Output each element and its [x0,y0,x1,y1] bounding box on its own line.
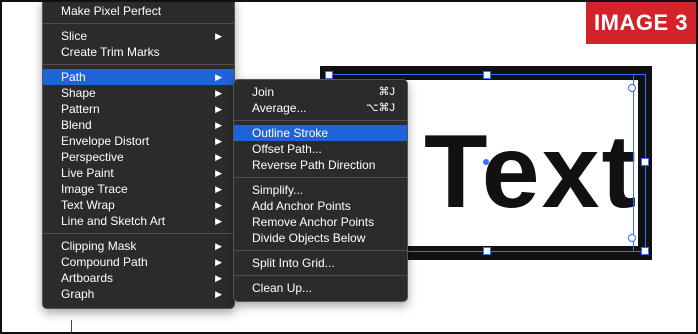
menu-separator [43,64,234,65]
menu-item-slice[interactable]: Slice ▶ [43,28,234,44]
shortcut-label: ⌥⌘J [365,102,395,114]
handle-bottom-right[interactable] [641,247,649,255]
submenu-item-divide-objects-below[interactable]: Divide Objects Below [234,230,407,246]
menu-item-clipping-mask[interactable]: Clipping Mask ▶ [43,238,234,254]
menu-item-label: Text Wrap [61,198,115,212]
menu-item-live-paint[interactable]: Live Paint ▶ [43,165,234,181]
handle-top-left[interactable] [325,71,333,79]
menu-item-shape[interactable]: Shape ▶ [43,85,234,101]
anchor-point-top-right[interactable] [628,84,636,92]
menu-item-label: Divide Objects Below [252,231,366,245]
handle-bottom-center[interactable] [483,247,491,255]
menu-item-label: Remove Anchor Points [252,215,375,229]
screenshot-frame: Text IMAGE 3 Make Pixel Perfect Slice ▶ … [0,0,698,334]
menu-item-artboards[interactable]: Artboards ▶ [43,270,234,286]
submenu-arrow-icon: ▶ [215,120,222,130]
submenu-arrow-icon: ▶ [215,31,222,41]
menu-item-label: Artboards [61,271,114,285]
object-menu: Make Pixel Perfect Slice ▶ Create Trim M… [42,2,235,309]
menu-item-label: Average... [252,101,307,115]
handle-middle-right[interactable] [641,158,649,166]
menu-item-label: Blend [61,118,92,132]
menu-item-label: Clipping Mask [61,239,137,253]
menu-separator [234,275,407,276]
submenu-arrow-icon: ▶ [215,88,222,98]
shortcut-label: ⌘J [378,86,396,98]
menu-item-label: Live Paint [61,166,114,180]
menu-item-label: Add Anchor Points [252,199,351,213]
menu-item-label: Pattern [61,102,100,116]
menu-item-label: Clean Up... [252,281,313,295]
submenu-arrow-icon: ▶ [215,241,222,251]
submenu-arrow-icon: ▶ [215,257,222,267]
submenu-arrow-icon: ▶ [215,152,222,162]
handle-top-center[interactable] [483,71,491,79]
menu-item-blend[interactable]: Blend ▶ [43,117,234,133]
menu-item-compound-path[interactable]: Compound Path ▶ [43,254,234,270]
submenu-item-remove-anchor-points[interactable]: Remove Anchor Points [234,214,407,230]
menu-item-image-trace[interactable]: Image Trace ▶ [43,181,234,197]
menu-separator [43,233,234,234]
menu-item-label: Simplify... [252,183,304,197]
menu-separator [234,120,407,121]
center-point [483,159,489,165]
menu-item-line-and-sketch-art[interactable]: Line and Sketch Art ▶ [43,213,234,229]
menu-item-label: Outline Stroke [252,126,329,140]
menu-item-label: Compound Path [61,255,148,269]
submenu-item-outline-stroke[interactable]: Outline Stroke [234,125,407,141]
menu-item-label: Path [61,70,86,84]
menu-item-label: Join [252,85,275,99]
menu-item-label: Create Trim Marks [61,45,160,59]
anchor-point-bottom-right[interactable] [628,234,636,242]
submenu-item-clean-up[interactable]: Clean Up... [234,280,407,296]
menu-item-perspective[interactable]: Perspective ▶ [43,149,234,165]
path-submenu: Join ⌘J Average... ⌥⌘J Outline Stroke Of… [233,79,408,302]
submenu-arrow-icon: ▶ [215,72,222,82]
submenu-item-join[interactable]: Join ⌘J [234,84,407,100]
submenu-item-simplify[interactable]: Simplify... [234,182,407,198]
submenu-item-add-anchor-points[interactable]: Add Anchor Points [234,198,407,214]
menu-item-label: Line and Sketch Art [61,214,166,228]
menu-item-label: Offset Path... [252,142,322,156]
submenu-item-reverse-path-direction[interactable]: Reverse Path Direction [234,157,407,173]
guide-line [71,320,72,332]
submenu-arrow-icon: ▶ [215,200,222,210]
menu-separator [234,250,407,251]
menu-item-label: Shape [61,86,96,100]
submenu-arrow-icon: ▶ [215,273,222,283]
menu-separator [43,23,234,24]
menu-item-label: Image Trace [61,182,128,196]
submenu-item-offset-path[interactable]: Offset Path... [234,141,407,157]
menu-item-label: Make Pixel Perfect [61,4,162,18]
menu-item-label: Perspective [61,150,124,164]
submenu-arrow-icon: ▶ [215,216,222,226]
menu-item-pattern[interactable]: Pattern ▶ [43,101,234,117]
submenu-arrow-icon: ▶ [215,184,222,194]
menu-item-label: Graph [61,287,95,301]
menu-separator [234,177,407,178]
submenu-arrow-icon: ▶ [215,289,222,299]
menu-item-label: Slice [61,29,88,43]
menu-item-label: Envelope Distort [61,134,150,148]
submenu-item-split-into-grid[interactable]: Split Into Grid... [234,255,407,271]
submenu-arrow-icon: ▶ [215,168,222,178]
menu-item-envelope-distort[interactable]: Envelope Distort ▶ [43,133,234,149]
menu-item-label: Reverse Path Direction [252,158,376,172]
menu-item-path[interactable]: Path ▶ [43,69,234,85]
image-number-badge: IMAGE 3 [586,2,696,44]
menu-item-graph[interactable]: Graph ▶ [43,286,234,302]
submenu-arrow-icon: ▶ [215,104,222,114]
menu-item-make-pixel-perfect[interactable]: Make Pixel Perfect [43,3,234,19]
menu-item-text-wrap[interactable]: Text Wrap ▶ [43,197,234,213]
submenu-item-average[interactable]: Average... ⌥⌘J [234,100,407,116]
menu-item-create-trim-marks[interactable]: Create Trim Marks [43,44,234,60]
menu-item-label: Split Into Grid... [252,256,335,270]
submenu-arrow-icon: ▶ [215,136,222,146]
